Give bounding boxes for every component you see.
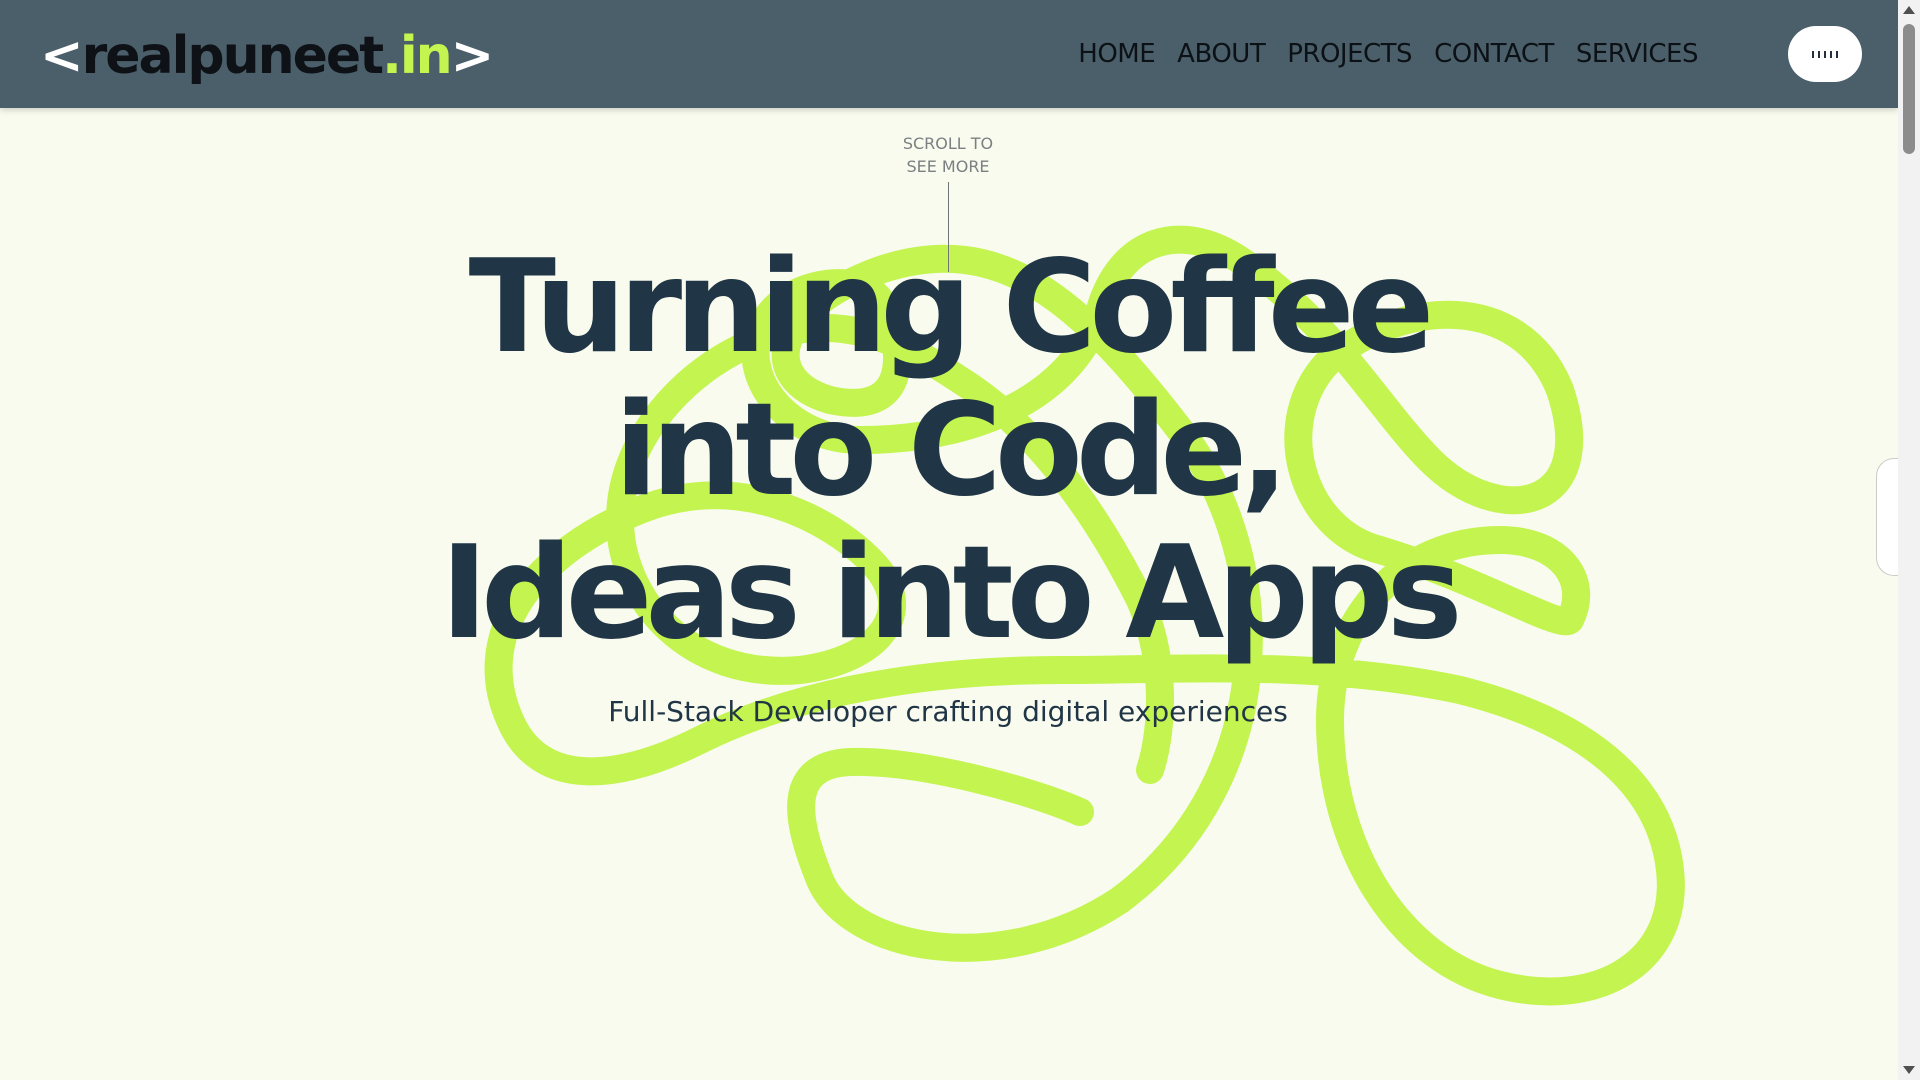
hero-subtitle: Full-Stack Developer crafting digital ex… (608, 695, 1288, 728)
nav-link-services[interactable]: SERVICES (1576, 36, 1699, 72)
dots-menu-icon (1812, 50, 1838, 58)
scroll-hint-line2: SEE MORE (906, 157, 990, 176)
main-nav: HOME ABOUT PROJECTS CONTACT SERVICES (1078, 36, 1698, 72)
scroll-hint-line1: SCROLL TO (902, 134, 994, 153)
site-logo[interactable]: <realpuneet.in> (40, 24, 495, 88)
navbar: <realpuneet.in> HOME ABOUT PROJECTS CONT… (0, 0, 1898, 108)
menu-button[interactable] (1788, 26, 1862, 82)
nav-link-about[interactable]: ABOUT (1177, 36, 1266, 72)
nav-link-projects[interactable]: PROJECTS (1287, 36, 1412, 72)
scroll-hint: SCROLL TO SEE MORE (888, 132, 1008, 178)
page: <realpuneet.in> HOME ABOUT PROJECTS CONT… (0, 0, 1920, 1080)
scroll-down-arrow-icon[interactable] (1903, 1066, 1915, 1074)
logo-close-bracket: > (450, 26, 495, 86)
page-scrollbar[interactable] (1898, 0, 1920, 1080)
nav-link-home[interactable]: HOME (1078, 36, 1155, 72)
logo-name: realpuneet (81, 26, 384, 86)
hero-headline-line2: into Code, (614, 376, 1289, 525)
scroll-up-arrow-icon[interactable] (1903, 6, 1915, 14)
scrollbar-thumb[interactable] (1903, 24, 1915, 154)
logo-open-bracket: < (40, 26, 84, 86)
logo-tld: .in (382, 26, 453, 86)
hero-headline: Turning Coffee into Code, Ideas into App… (400, 236, 1496, 665)
nav-link-contact[interactable]: CONTACT (1434, 36, 1554, 72)
hero-headline-line1: Turning Coffee (468, 233, 1435, 382)
hero-headline-line3: Ideas into Apps (440, 519, 1462, 668)
